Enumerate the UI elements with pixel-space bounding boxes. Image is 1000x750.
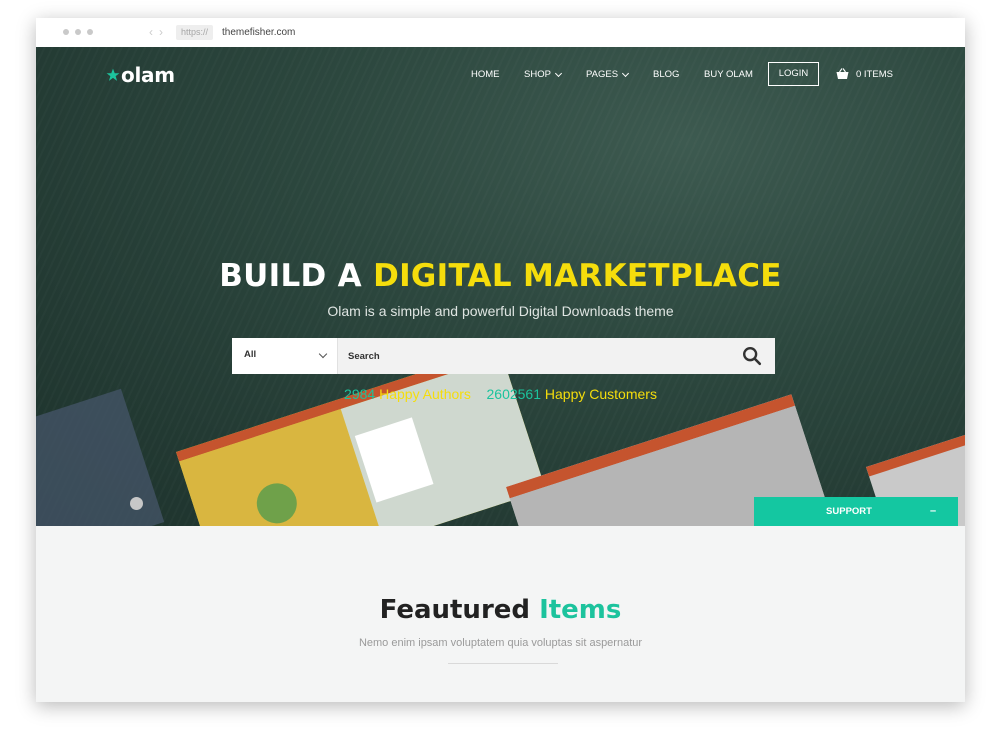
nav-shop[interactable]: SHOP: [524, 68, 562, 82]
nav-buy-label: BUY OLAM: [704, 69, 753, 80]
nav-blog[interactable]: BLOG: [653, 68, 679, 82]
hero-headline: BUILD A DIGITAL MARKETPLACE: [36, 258, 965, 294]
nav-shop-label: SHOP: [524, 69, 551, 80]
featured-subtitle: Nemo enim ipsam voluptatem quia voluptas…: [358, 637, 643, 649]
window-minimize-dot[interactable]: [75, 29, 81, 35]
nav-pages-label: PAGES: [586, 69, 619, 80]
category-select[interactable]: All: [232, 338, 338, 374]
basket-icon: [836, 68, 849, 79]
slider-indicator[interactable]: [130, 497, 143, 510]
url-protocol: https://: [176, 25, 214, 40]
customers-count: 2602561: [486, 386, 542, 402]
featured-title-dark: Feautured: [379, 595, 540, 625]
nav-pages[interactable]: PAGES: [586, 68, 630, 82]
search-icon[interactable]: [741, 345, 763, 367]
forward-arrow-icon[interactable]: ›: [159, 24, 163, 40]
nav-home-label: HOME: [471, 69, 500, 80]
support-button[interactable]: SUPPORT –: [754, 497, 958, 526]
browser-toolbar: ‹ › https:// themefisher.com: [36, 18, 965, 48]
hero-subheading: Olam is a simple and powerful Digital Do…: [327, 303, 674, 319]
customers-label: Happy Customers: [544, 386, 657, 402]
headline-part-white: BUILD A: [219, 258, 374, 294]
chevron-down-icon: [554, 69, 562, 78]
window-maximize-dot[interactable]: [87, 29, 93, 35]
nav-blog-label: BLOG: [653, 69, 680, 80]
browser-window: ‹ › https:// themefisher.com olam HOME S…: [36, 18, 965, 702]
login-button[interactable]: LOGIN: [768, 62, 819, 86]
back-arrow-icon[interactable]: ‹: [149, 24, 153, 40]
headline-part-yellow: DIGITAL MARKETPLACE: [373, 258, 782, 294]
address-bar-url[interactable]: themefisher.com: [222, 25, 295, 40]
section-divider: [448, 663, 558, 664]
site-logo[interactable]: olam: [106, 63, 175, 87]
chevron-down-icon: [318, 349, 328, 359]
featured-title-green: Items: [539, 595, 622, 625]
search-bar: All: [232, 338, 775, 374]
cart-count-label: 0 ITEMS: [856, 68, 893, 80]
authors-count: 2984: [344, 386, 376, 402]
search-input[interactable]: [340, 338, 736, 374]
cart-link[interactable]: 0 ITEMS: [836, 66, 893, 82]
chevron-down-icon: [621, 69, 630, 78]
nav-buy-olam[interactable]: BUY OLAM: [704, 68, 753, 82]
star-icon: [106, 68, 120, 81]
support-label: SUPPORT: [826, 506, 872, 517]
featured-title: Feautured Items: [36, 593, 965, 627]
nav-home[interactable]: HOME: [471, 68, 500, 82]
support-toggle-icon[interactable]: –: [930, 497, 936, 526]
logo-text: olam: [121, 63, 175, 87]
hero-section: olam HOME SHOP PAGES BLOG BUY OLAM LOGIN…: [36, 47, 965, 526]
hero-stats: 2984 Happy Authors 2602561 Happy Custome…: [36, 385, 965, 403]
category-select-value: All: [244, 349, 257, 360]
window-close-dot[interactable]: [63, 29, 69, 35]
authors-label: Happy Authors: [379, 386, 471, 402]
